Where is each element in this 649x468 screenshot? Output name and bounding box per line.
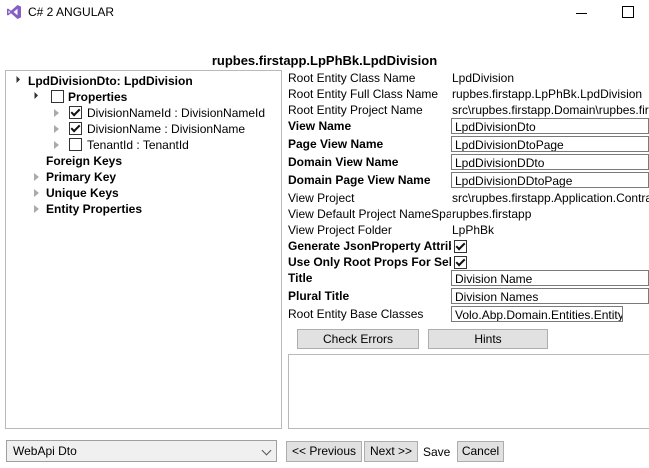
expand-node-icon[interactable] xyxy=(34,205,39,213)
hints-button[interactable]: Hints xyxy=(428,329,548,349)
domain-view-name-label: Domain View Name xyxy=(288,155,399,169)
page-view-name-label: Page View Name xyxy=(288,137,384,151)
property-checkbox[interactable] xyxy=(69,106,82,119)
check-errors-button[interactable]: Check Errors xyxy=(297,329,419,349)
view-default-namespace-value: rupbes.firstapp xyxy=(452,207,532,221)
domain-view-name-field[interactable]: LpdDivisionDDto xyxy=(451,154,649,170)
property-checkbox[interactable] xyxy=(69,122,82,135)
root-entity-project-name-label: Root Entity Project Name xyxy=(288,103,423,117)
tree-root[interactable]: LpdDivisionDto: LpdDivision xyxy=(28,73,193,89)
tree-property-item[interactable]: DivisionName : DivisionName xyxy=(87,121,245,137)
properties-checkbox[interactable] xyxy=(51,90,64,103)
domain-page-view-name-field[interactable]: LpdDivisionDDtoPage xyxy=(451,172,649,188)
next-button[interactable]: Next >> xyxy=(364,441,418,462)
expand-node-icon[interactable] xyxy=(34,189,39,197)
plural-title-field[interactable]: Division Names xyxy=(451,288,649,304)
title-bar: C# 2 ANGULAR xyxy=(0,0,649,26)
expand-item-icon[interactable] xyxy=(54,109,59,117)
view-project-label: View Project xyxy=(288,191,355,205)
tree-property-item[interactable]: TenantId : TenantId xyxy=(87,137,189,153)
view-project-value: src\rupbes.firstapp.Application.Contract… xyxy=(452,191,649,205)
tree-properties[interactable]: Properties xyxy=(68,89,127,105)
root-entity-full-class-name-value: rupbes.firstapp.LpPhBk.LpdDivision xyxy=(452,87,643,101)
page-view-name-field[interactable]: LpdDivisionDtoPage xyxy=(451,136,649,152)
tree-primary-key[interactable]: Primary Key xyxy=(46,169,116,185)
domain-page-view-name-label: Domain Page View Name xyxy=(288,173,431,187)
tree-entity-properties[interactable]: Entity Properties xyxy=(46,201,142,217)
minimize-button[interactable] xyxy=(573,6,591,20)
generator-dropdown[interactable]: WebApi Dto xyxy=(6,440,277,462)
visual-studio-icon xyxy=(7,5,21,19)
root-entity-class-name-value: LpdDivision xyxy=(452,71,515,85)
entity-tree[interactable]: LpdDivisionDto: LpdDivision Properties D… xyxy=(5,70,282,429)
entity-heading: rupbes.firstapp.LpPhBk.LpdDivision xyxy=(211,53,438,68)
root-entity-project-name-value: src\rupbes.firstapp.Domain\rupbes.firsta… xyxy=(452,103,649,117)
expand-item-icon[interactable] xyxy=(54,141,59,149)
expand-root-icon[interactable] xyxy=(12,75,21,84)
root-entity-base-classes-label: Root Entity Base Classes xyxy=(288,307,424,321)
view-name-field[interactable]: LpdDivisionDto xyxy=(451,118,649,134)
tree-property-item[interactable]: DivisionNameId : DivisionNameId xyxy=(87,105,265,121)
view-project-folder-label: View Project Folder xyxy=(288,223,392,237)
view-default-namespace-label: View Default Project NameSpace xyxy=(288,207,451,221)
maximize-button[interactable] xyxy=(622,6,634,18)
window-title: C# 2 ANGULAR xyxy=(28,5,115,19)
expand-properties-icon[interactable] xyxy=(30,91,39,100)
errors-output-box[interactable] xyxy=(288,354,649,429)
chevron-down-icon xyxy=(261,445,272,456)
use-only-root-props-label: Use Only Root Props For Select xyxy=(288,255,451,269)
title-field[interactable]: Division Name xyxy=(451,270,649,286)
previous-button[interactable]: << Previous xyxy=(286,441,362,462)
tree-unique-keys[interactable]: Unique Keys xyxy=(46,185,119,201)
root-entity-base-classes-field[interactable]: Volo.Abp.Domain.Entities.Entity xyxy=(451,306,623,322)
cancel-button[interactable]: Cancel xyxy=(457,441,504,462)
view-project-folder-value: LpPhBk xyxy=(452,223,495,237)
generate-jsonproperty-label: Generate JsonProperty Attribute xyxy=(288,239,451,253)
title-label: Title xyxy=(288,271,313,285)
tree-foreign-keys[interactable]: Foreign Keys xyxy=(46,153,122,169)
expand-node-icon[interactable] xyxy=(34,173,39,181)
generate-jsonproperty-checkbox[interactable] xyxy=(454,240,467,253)
root-entity-class-name-label: Root Entity Class Name xyxy=(288,71,416,85)
plural-title-label: Plural Title xyxy=(288,289,350,303)
expand-item-icon[interactable] xyxy=(54,125,59,133)
use-only-root-props-checkbox[interactable] xyxy=(454,256,467,269)
property-checkbox[interactable] xyxy=(69,138,82,151)
view-name-label: View Name xyxy=(288,119,352,133)
dropdown-selected: WebApi Dto xyxy=(13,444,77,458)
save-button[interactable]: Save xyxy=(423,444,450,460)
root-entity-full-class-name-label: Root Entity Full Class Name xyxy=(288,87,439,101)
